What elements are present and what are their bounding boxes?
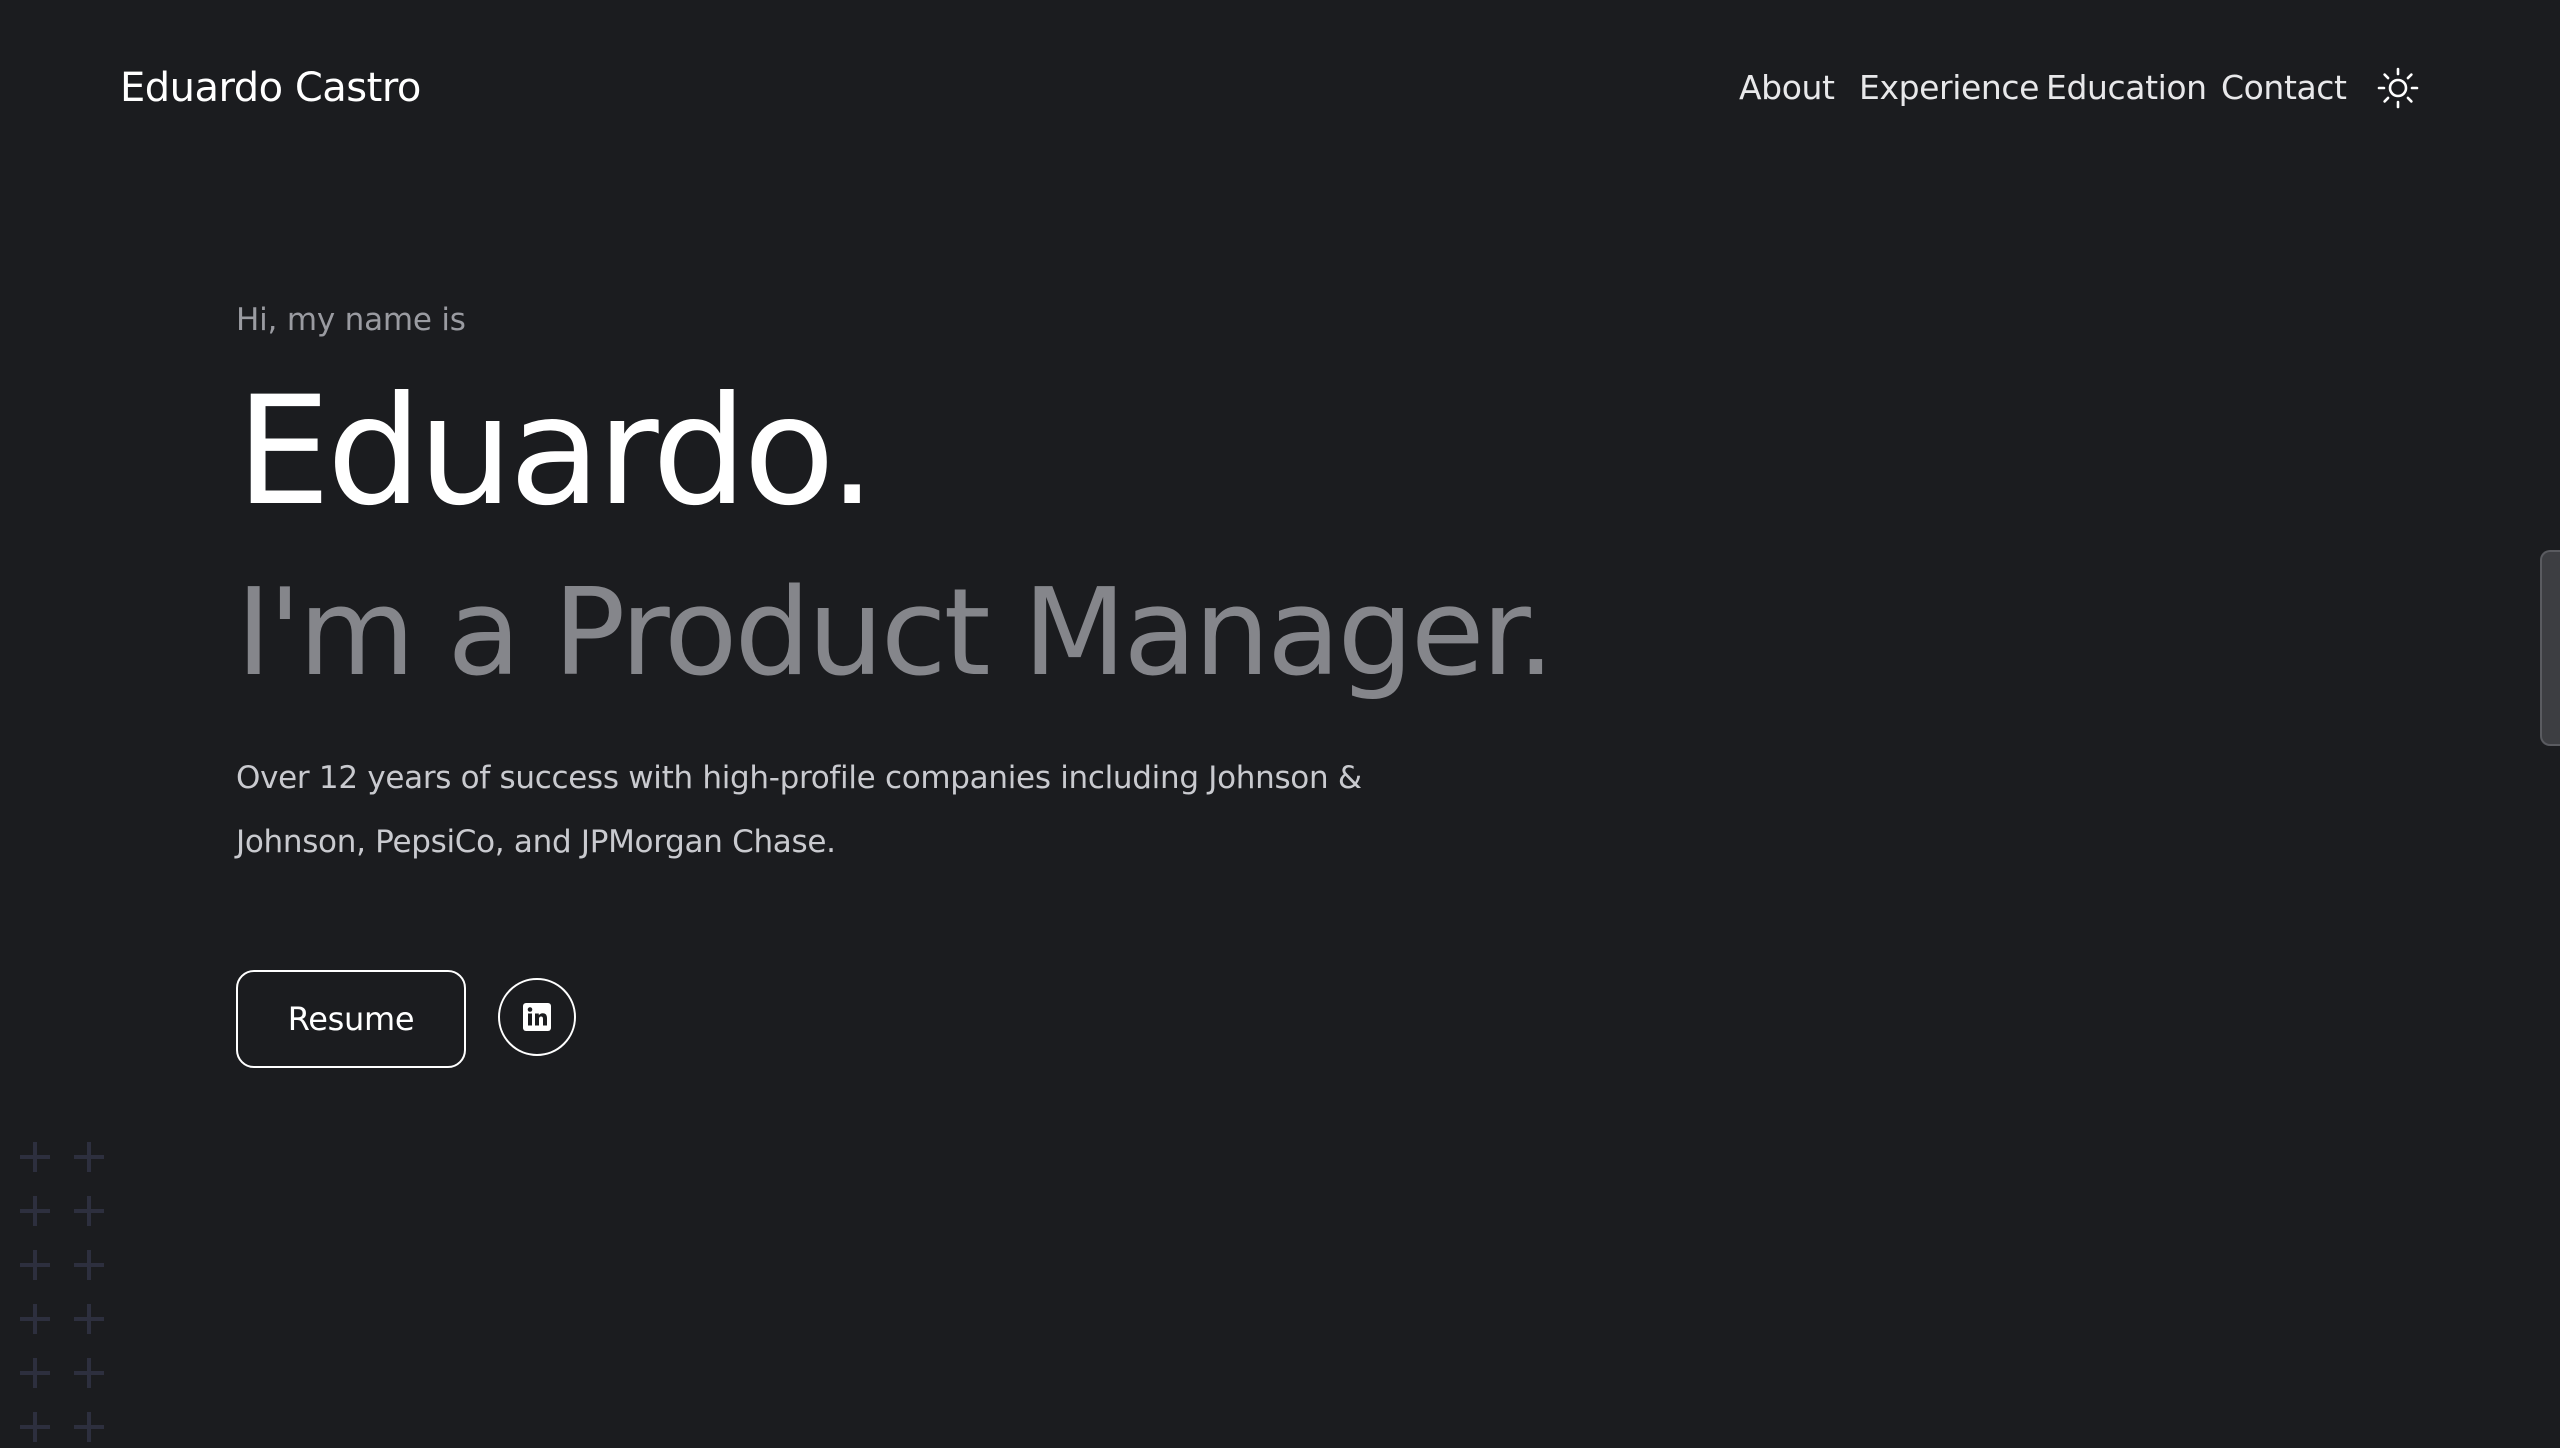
- plus-icon: [20, 1412, 50, 1442]
- plus-icon: [74, 1304, 104, 1334]
- plus-icon: [20, 1142, 50, 1172]
- plus-icon: [20, 1196, 50, 1226]
- hero-role: I'm a Product Manager.: [236, 564, 1555, 703]
- theme-toggle-button[interactable]: [2376, 66, 2420, 110]
- plus-icon: [74, 1358, 104, 1388]
- decorative-plus-pattern: [20, 1142, 110, 1448]
- linkedin-icon: [523, 1003, 551, 1031]
- hero-section: Hi, my name is Eduardo. I'm a Product Ma…: [236, 290, 1636, 874]
- nav-link-contact[interactable]: Contact: [2221, 64, 2347, 112]
- hero-actions: Resume: [236, 970, 836, 1068]
- plus-icon: [74, 1250, 104, 1280]
- hero-summary: Over 12 years of success with high-profi…: [236, 760, 1362, 860]
- main-nav: About Experience Education Contact: [0, 64, 2560, 112]
- scrollbar-thumb[interactable]: [2540, 550, 2560, 746]
- hero-name: Eduardo.: [236, 365, 876, 539]
- plus-icon: [74, 1412, 104, 1442]
- plus-icon: [74, 1142, 104, 1172]
- page: Eduardo Castro About Experience Educatio…: [0, 0, 2560, 1448]
- nav-link-education[interactable]: Education: [2046, 64, 2207, 112]
- hero-greeting: Hi, my name is: [236, 302, 466, 338]
- resume-button[interactable]: Resume: [236, 970, 466, 1068]
- site-header: Eduardo Castro About Experience Educatio…: [0, 0, 2560, 176]
- plus-icon: [20, 1250, 50, 1280]
- sun-icon: [2377, 67, 2419, 109]
- plus-icon: [20, 1358, 50, 1388]
- nav-link-experience[interactable]: Experience: [1859, 64, 2039, 112]
- linkedin-button[interactable]: [498, 978, 576, 1056]
- plus-icon: [20, 1304, 50, 1334]
- plus-icon: [74, 1196, 104, 1226]
- nav-link-about[interactable]: About: [1739, 64, 1835, 112]
